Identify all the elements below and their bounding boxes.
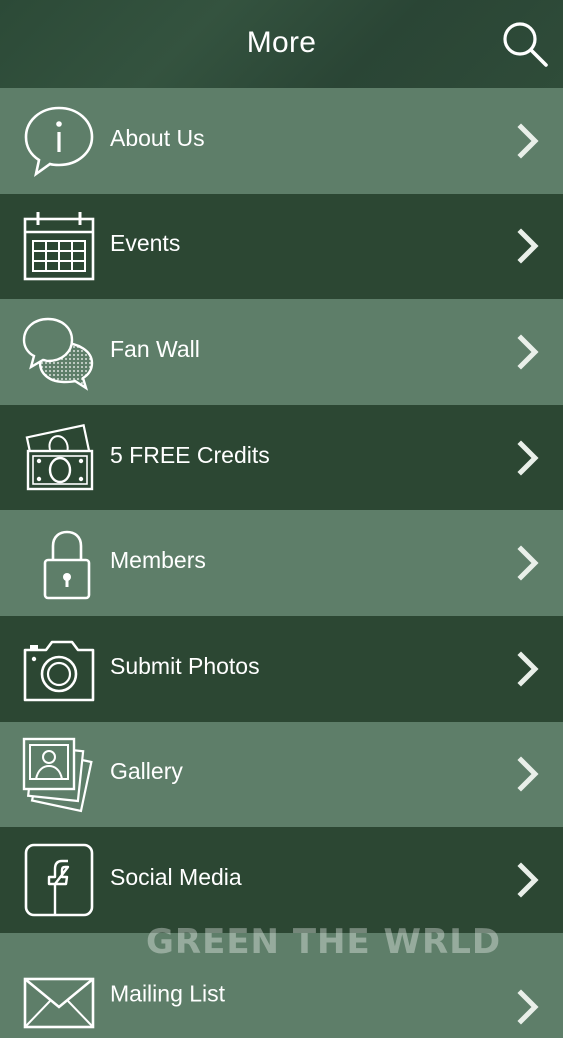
menu-item-label: Fan Wall bbox=[110, 335, 200, 362]
app-header: More bbox=[0, 0, 563, 88]
chevron-right-icon bbox=[517, 651, 539, 687]
menu-item-about-us[interactable]: About Us bbox=[0, 88, 563, 194]
menu-list: About Us Events Fan Wall 5 FREE Credits … bbox=[0, 88, 563, 1038]
chevron-right-icon bbox=[517, 756, 539, 792]
chevron-right-icon bbox=[517, 228, 539, 264]
menu-item-label: Events bbox=[110, 230, 181, 257]
chevron-right-icon bbox=[517, 989, 539, 1025]
menu-item-gallery[interactable]: Gallery bbox=[0, 721, 563, 828]
money-icon bbox=[25, 423, 94, 490]
menu-item-label: About Us bbox=[110, 124, 205, 151]
menu-item-label: 5 FREE Credits bbox=[110, 441, 270, 468]
search-icon[interactable] bbox=[499, 18, 551, 70]
chevron-right-icon bbox=[517, 440, 539, 476]
menu-item-label: Social Media bbox=[110, 863, 242, 890]
calendar-icon bbox=[23, 212, 95, 281]
camera-icon bbox=[23, 640, 95, 702]
menu-item-label: Gallery bbox=[110, 758, 183, 785]
lock-icon bbox=[43, 530, 91, 600]
menu-item-members[interactable]: Members bbox=[0, 510, 563, 616]
page-title: More bbox=[246, 26, 317, 59]
menu-item-free-credits[interactable]: 5 FREE Credits bbox=[0, 404, 563, 511]
chevron-right-icon bbox=[517, 862, 539, 898]
chevron-right-icon bbox=[517, 545, 539, 581]
watermark-logo: GREEN THE WRLD bbox=[146, 922, 502, 962]
menu-item-fan-wall[interactable]: Fan Wall bbox=[0, 299, 563, 405]
photos-icon bbox=[22, 738, 93, 813]
chat-bubbles-icon bbox=[22, 317, 94, 391]
facebook-icon bbox=[24, 843, 94, 917]
menu-item-submit-photos[interactable]: Submit Photos bbox=[0, 615, 563, 722]
envelope-icon bbox=[23, 977, 95, 1029]
menu-item-label: Members bbox=[110, 546, 206, 573]
menu-item-events[interactable]: Events bbox=[0, 193, 563, 300]
menu-item-social-media[interactable]: Social Media bbox=[0, 827, 563, 933]
menu-item-label: Submit Photos bbox=[110, 652, 260, 679]
chevron-right-icon bbox=[517, 334, 539, 370]
info-bubble-icon bbox=[24, 106, 94, 177]
chevron-right-icon bbox=[517, 123, 539, 159]
menu-item-label: Mailing List bbox=[110, 980, 226, 1007]
